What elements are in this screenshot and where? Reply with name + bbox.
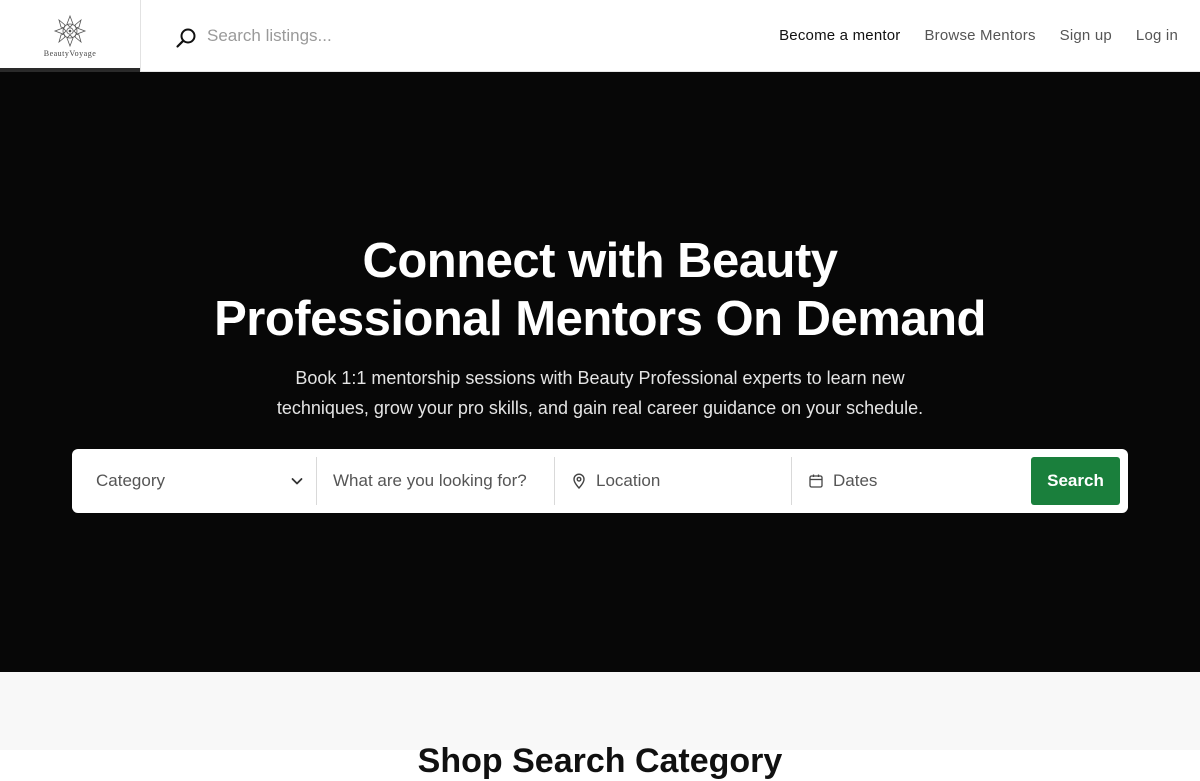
dates-placeholder: Dates [833, 471, 878, 490]
keyword-placeholder: What are you looking for? [333, 471, 527, 490]
search-icon [176, 28, 196, 48]
hero-subtitle-line-2: techniques, grow your pro skills, and ga… [276, 398, 924, 418]
category-select[interactable]: Category [80, 457, 317, 505]
hero-subtitle-line-1: Book 1:1 mentorship sessions with Beauty… [295, 368, 905, 388]
mandala-logo-icon [53, 14, 87, 48]
brand-logo[interactable]: BeautyVoyage [0, 0, 141, 72]
calendar-icon [809, 474, 823, 488]
hero-section: Connect with Beauty Professional Mentors… [0, 72, 1200, 672]
become-mentor-link[interactable]: Become a mentor [779, 27, 900, 44]
hero-subtitle: Book 1:1 mentorship sessions with Beauty… [0, 363, 1200, 423]
location-field[interactable]: Location [555, 457, 792, 505]
location-pin-icon [573, 473, 585, 489]
dates-field[interactable]: Dates [792, 457, 1031, 505]
category-section: Shop Search Category [0, 672, 1200, 780]
hero-title-line-2: Professional Mentors On Demand [214, 292, 986, 346]
search-listings-input[interactable] [207, 25, 587, 46]
logo-wordmark: BeautyVoyage [43, 49, 97, 58]
keyword-field[interactable]: What are you looking for? [317, 457, 555, 505]
browse-mentors-link[interactable]: Browse Mentors [924, 27, 1035, 44]
log-in-link[interactable]: Log in [1136, 27, 1178, 44]
top-navigation-bar: BeautyVoyage Become a mentor Browse Ment… [0, 0, 1200, 72]
category-select-label: Category [96, 471, 165, 490]
hero-title: Connect with Beauty Professional Mentors… [0, 232, 1200, 348]
hero-title-line-1: Connect with Beauty [362, 234, 838, 288]
location-placeholder: Location [596, 471, 661, 490]
search-button[interactable]: Search [1031, 457, 1120, 505]
section-title: Shop Search Category [417, 742, 783, 780]
header-search [141, 0, 779, 71]
sign-up-link[interactable]: Sign up [1060, 27, 1112, 44]
chevron-down-icon [291, 478, 303, 485]
header-nav: Become a mentor Browse Mentors Sign up L… [779, 0, 1200, 71]
hero-search-bar: Category What are you looking for? Locat… [72, 449, 1128, 513]
